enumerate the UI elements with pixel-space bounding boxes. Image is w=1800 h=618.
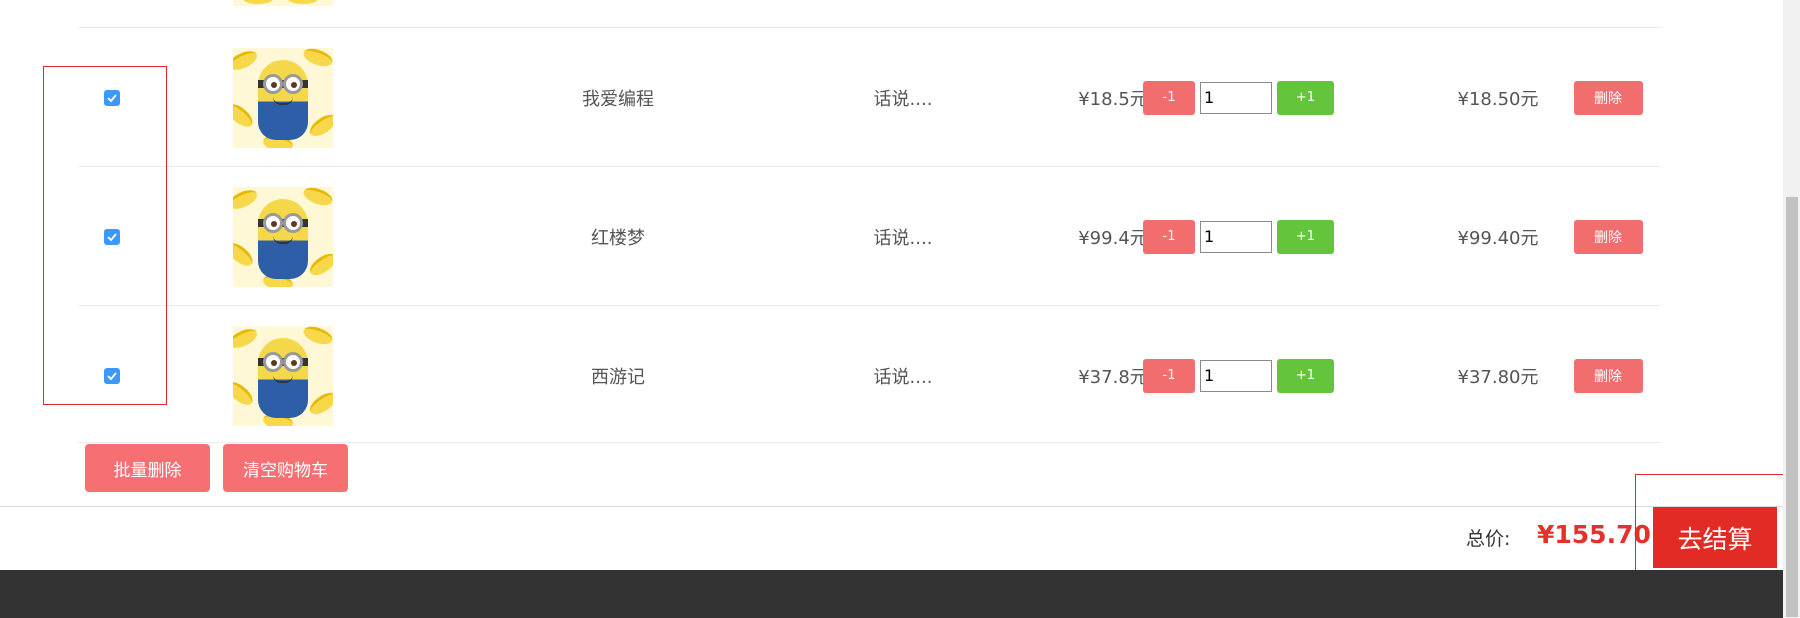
delete-button[interactable]: 删除	[1573, 219, 1643, 254]
quantity-input[interactable]	[1200, 81, 1272, 114]
summary-divider	[0, 506, 1787, 507]
delete-button[interactable]: 删除	[1573, 358, 1643, 393]
quantity-input[interactable]	[1200, 359, 1272, 392]
clear-cart-button[interactable]: 清空购物车	[223, 444, 348, 492]
increase-qty-button[interactable]: +1	[1277, 358, 1334, 393]
product-desc: 话说....	[873, 366, 933, 388]
product-thumbnail	[233, 47, 333, 148]
row-subtotal: ¥99.40元	[1457, 227, 1539, 249]
product-thumbnail	[233, 325, 333, 426]
product-name: 西游记	[591, 366, 645, 388]
checkbox-column-highlight	[43, 66, 167, 405]
table-row: 我爱编程 话说.... ¥18.5元 -1 +1 ¥18.50元 删除	[78, 27, 1661, 167]
vertical-scrollbar[interactable]	[1783, 0, 1800, 618]
product-name: 我爱编程	[582, 88, 654, 110]
table-row: 红楼梦 话说.... ¥99.4元 -1 +1 ¥99.40元 删除	[78, 166, 1661, 306]
thumb-partial	[233, 0, 333, 6]
decrease-qty-button[interactable]: -1	[1143, 358, 1195, 393]
scrollbar-thumb[interactable]	[1786, 197, 1798, 617]
total-label: 总价:	[1466, 528, 1511, 550]
increase-qty-button[interactable]: +1	[1277, 219, 1334, 254]
product-thumbnail	[233, 186, 333, 287]
product-name: 红楼梦	[591, 227, 645, 249]
increase-qty-button[interactable]: +1	[1277, 80, 1334, 115]
product-desc: 话说....	[873, 88, 933, 110]
product-desc: 话说....	[873, 227, 933, 249]
table-row: 西游记 话说.... ¥37.8元 -1 +1 ¥37.80元 删除	[78, 305, 1661, 445]
table-bottom-divider	[78, 442, 1661, 443]
decrease-qty-button[interactable]: -1	[1143, 80, 1195, 115]
page-footer	[0, 570, 1787, 618]
checkout-highlight	[1635, 474, 1789, 580]
delete-button[interactable]: 删除	[1573, 80, 1643, 115]
batch-delete-button[interactable]: 批量删除	[85, 444, 210, 492]
row-subtotal: ¥37.80元	[1457, 366, 1539, 388]
quantity-input[interactable]	[1200, 220, 1272, 253]
total-value: ¥155.70	[1537, 520, 1651, 549]
row-subtotal: ¥18.50元	[1457, 88, 1539, 110]
decrease-qty-button[interactable]: -1	[1143, 219, 1195, 254]
